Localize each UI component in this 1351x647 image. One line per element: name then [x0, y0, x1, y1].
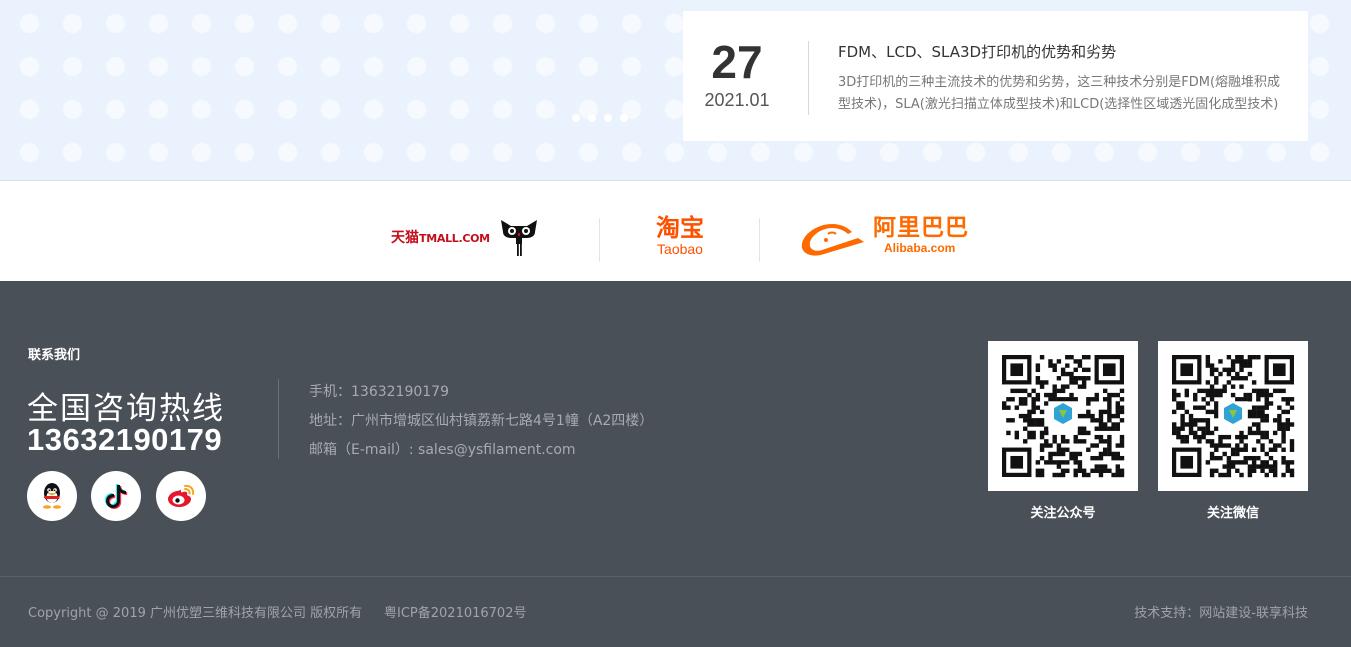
news-card[interactable]: 27 2021.01 FDM、LCD、SLA3D打印机的优势和劣势 3D打印机的…: [683, 11, 1308, 141]
news-day: 27: [711, 36, 763, 88]
qr-caption-wechat: 关注微信: [1206, 506, 1259, 521]
partner-separator: [759, 218, 760, 262]
alibaba-swoosh-icon: [801, 224, 864, 256]
carousel-dot-4[interactable]: [620, 114, 628, 122]
alibaba-en-text: Alibaba.com: [884, 241, 956, 255]
contact-email[interactable]: 邮箱（E-mail）: sales@ysfilament.com: [309, 439, 576, 459]
taobao-logo-link[interactable]: 淘宝 Taobao: [645, 214, 715, 260]
qr-code-wechat: [1158, 341, 1308, 491]
weibo-icon: [168, 484, 195, 507]
carousel-dot-1[interactable]: [572, 114, 580, 122]
qr-caption-public-account: 关注公众号: [1030, 506, 1096, 521]
taobao-en-text: Taobao: [657, 241, 703, 257]
qr-code-image: [1172, 355, 1295, 478]
hotline-number[interactable]: 13632190179: [27, 422, 222, 458]
carousel-dot-3[interactable]: [604, 114, 612, 122]
tmall-cn-text: 天猫: [391, 230, 419, 246]
news-summary: 3D打印机的三种主流技术的优势和劣势，这三种技术分别是FDM(熔融堆积成型技术)…: [838, 75, 1281, 112]
tech-support-link[interactable]: 技术支持：网站建设-联享科技: [1134, 602, 1308, 621]
taobao-cn-text: 淘宝: [656, 214, 704, 242]
contact-heading: 联系我们: [28, 348, 81, 363]
contact-divider: [278, 379, 279, 459]
alibaba-cn-text: 阿里巴巴: [873, 215, 969, 241]
qr-code-public-account: [988, 341, 1138, 491]
news-year-month: 2021.01: [704, 90, 770, 110]
carousel-dots: [572, 114, 628, 122]
douyin-icon: [104, 484, 128, 509]
tmall-wordmark: 天猫TMALL.COM: [391, 227, 490, 247]
site-footer: 联系我们 全国咨询热线 13632190179 手机：13632190179 地…: [0, 281, 1351, 647]
partner-separator: [599, 218, 600, 262]
news-divider: [808, 41, 809, 115]
partner-logos: 天猫TMALL.COM 淘宝 Taobao 阿里巴巴 Alibaba.com: [0, 182, 1351, 281]
tmall-cat-icon: [501, 220, 537, 256]
contact-address: 地址：广州市增城区仙村镇荔新七路4号1幢（A2四楼）: [309, 413, 654, 429]
douyin-button[interactable]: [91, 471, 141, 521]
qr-code-image: [1002, 355, 1125, 478]
qq-penguin-icon: [43, 483, 61, 509]
footer-divider: [0, 576, 1351, 577]
tmall-logo-link[interactable]: 天猫TMALL.COM: [391, 214, 541, 260]
alibaba-logo-link[interactable]: 阿里巴巴 Alibaba.com: [798, 214, 968, 260]
weibo-button[interactable]: [156, 471, 206, 521]
contact-phone: 手机：13632190179: [309, 384, 449, 400]
icp-link[interactable]: 粤ICP备2021016702号: [384, 602, 526, 621]
qq-button[interactable]: [27, 471, 77, 521]
news-title[interactable]: FDM、LCD、SLA3D打印机的优势和劣势: [838, 41, 1288, 62]
tmall-en-text: TMALL.COM: [419, 232, 490, 245]
carousel-dot-2[interactable]: [588, 114, 596, 122]
news-date: 27 2021.01: [683, 37, 791, 111]
copyright-text: Copyright @ 2019 广州优塑三维科技有限公司 版权所有: [28, 606, 363, 621]
news-section: 27 2021.01 FDM、LCD、SLA3D打印机的优势和劣势 3D打印机的…: [0, 0, 1351, 181]
